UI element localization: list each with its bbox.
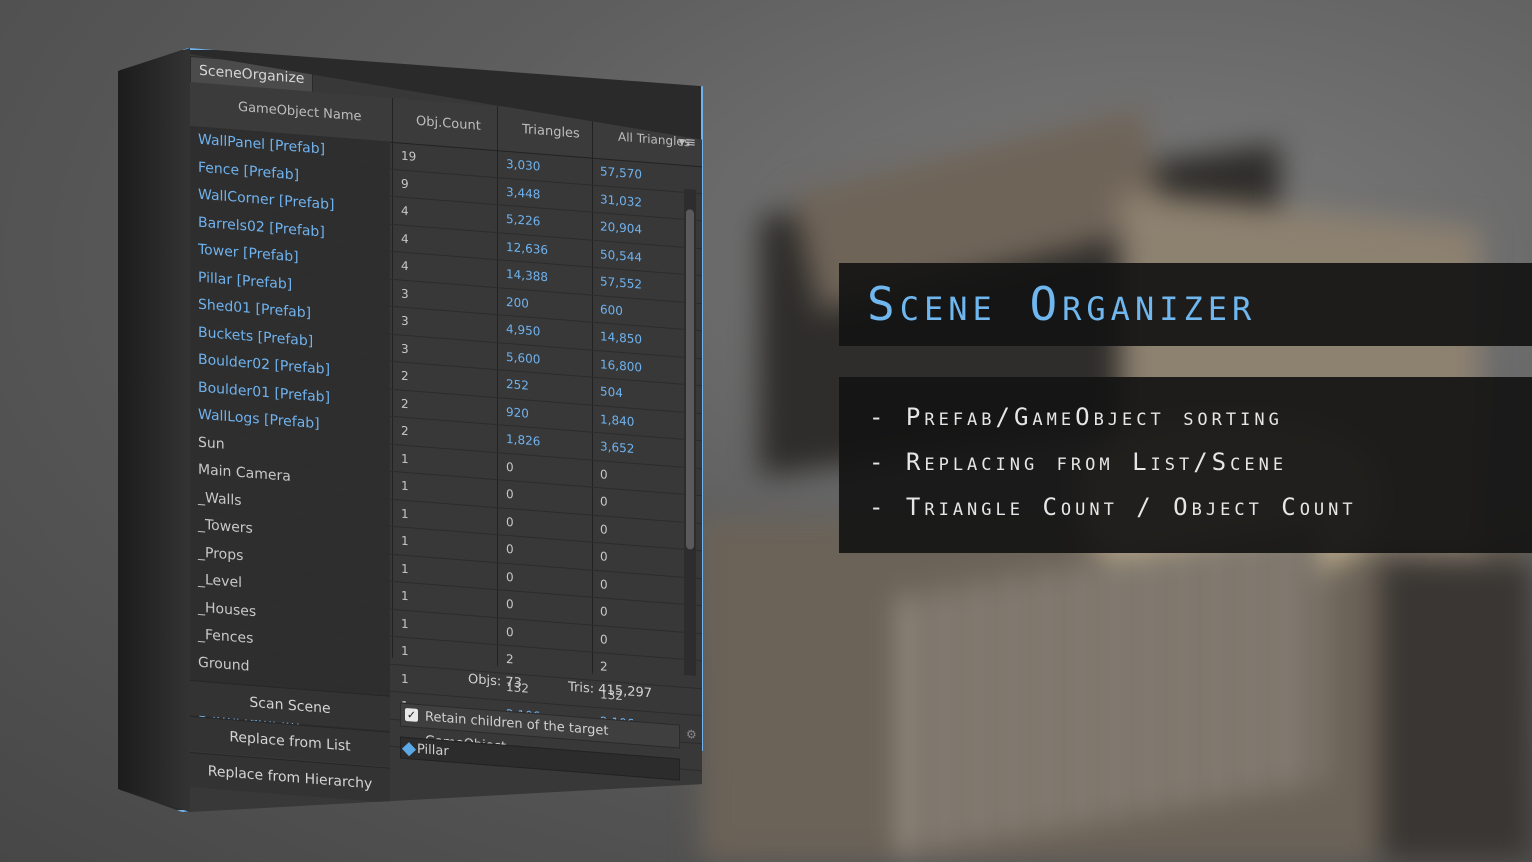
scroll-thumb[interactable] [686, 209, 694, 550]
tris-stat: Tris: 415,297 [568, 679, 653, 702]
row-triangles: 4,950 [506, 321, 541, 339]
row-count: 1 [401, 588, 409, 604]
row-triangles: 12,636 [506, 239, 548, 257]
row-triangles: 0 [506, 596, 514, 612]
row-triangles: 2 [506, 651, 514, 667]
row-count: 1 [401, 478, 409, 494]
row-triangles: 0 [506, 569, 514, 584]
row-all-triangles: 50,544 [600, 246, 642, 265]
table-scrollbar[interactable] [684, 189, 696, 676]
settings-icon[interactable]: ⚙ [686, 727, 697, 742]
row-count: 1 [401, 643, 409, 659]
row-all-triangles: 31,032 [600, 191, 642, 210]
prefab-cube-icon [402, 742, 416, 756]
row-all-triangles: 0 [600, 494, 608, 509]
row-all-triangles: 14,850 [600, 329, 642, 347]
row-triangles: 3,030 [506, 156, 541, 174]
row-triangles: 1,826 [506, 431, 541, 449]
row-count: 3 [401, 286, 409, 301]
row-all-triangles: 0 [600, 631, 608, 647]
row-triangles: 5,226 [506, 211, 541, 229]
row-all-triangles: 57,570 [600, 164, 642, 182]
row-all-triangles: 0 [600, 604, 608, 619]
row-count: 2 [401, 368, 409, 384]
row-triangles: 5,600 [506, 349, 541, 367]
col-header-name[interactable]: GameObject Name [238, 100, 362, 125]
scene-organize-window: SceneOrganize GameObject Name Obj.Count … [190, 54, 702, 852]
row-all-triangles: 2 [600, 659, 608, 674]
row-all-triangles: 504 [600, 384, 623, 401]
row-triangles: 252 [506, 376, 529, 393]
row-count: 3 [401, 313, 409, 329]
row-triangles: 0 [506, 459, 514, 474]
row-all-triangles: 16,800 [600, 356, 642, 375]
row-count: 1 [401, 561, 409, 576]
title-banner: Scene Organizer [839, 263, 1532, 346]
row-all-triangles: 1,840 [600, 411, 635, 429]
row-count: 9 [401, 176, 409, 191]
product-title: Scene Organizer [867, 277, 1257, 331]
checkbox-icon[interactable]: ✓ [405, 708, 418, 722]
row-all-triangles: 0 [600, 466, 608, 482]
features-box: - Prefab/GameObject sorting - Replacing … [839, 377, 1532, 553]
row-triangles: 0 [506, 486, 514, 502]
row-count: 1 [401, 533, 409, 549]
row-count: 4 [401, 258, 409, 274]
row-triangles: 14,388 [506, 266, 548, 285]
row-count: 4 [401, 203, 409, 219]
row-triangles: 0 [506, 541, 514, 557]
row-triangles: 200 [506, 294, 529, 311]
feature-1: - Prefab/GameObject sorting [869, 403, 1283, 431]
row-count: 1 [401, 451, 409, 466]
row-count: 1 [401, 506, 409, 521]
row-all-triangles: 600 [600, 301, 623, 318]
row-count: 19 [401, 148, 417, 164]
col-header-count[interactable]: Obj.Count [416, 114, 481, 134]
row-triangles: 0 [506, 624, 514, 639]
row-triangles: 3,448 [506, 184, 541, 202]
feature-3: - Triangle Count / Object Count [869, 493, 1357, 521]
row-all-triangles: 0 [600, 549, 608, 564]
feature-2: - Replacing from List/Scene [869, 448, 1288, 476]
row-all-triangles: 0 [600, 521, 608, 537]
objs-stat: Objs: 73 [468, 671, 522, 692]
row-all-triangles: 3,652 [600, 439, 635, 456]
row-all-triangles: 57,552 [600, 274, 642, 292]
row-triangles: 920 [506, 404, 529, 421]
col-header-triangles[interactable]: Triangles [522, 122, 580, 142]
row-all-triangles: 0 [600, 576, 608, 592]
row-count: 3 [401, 341, 409, 356]
row-count: 2 [401, 396, 409, 411]
target-object-value: Pillar [417, 741, 449, 760]
row-triangles: 0 [506, 514, 514, 529]
row-all-triangles: 20,904 [600, 219, 642, 237]
row-count: 4 [401, 231, 409, 246]
row-count: 1 [401, 616, 409, 631]
row-count: 2 [401, 423, 409, 439]
